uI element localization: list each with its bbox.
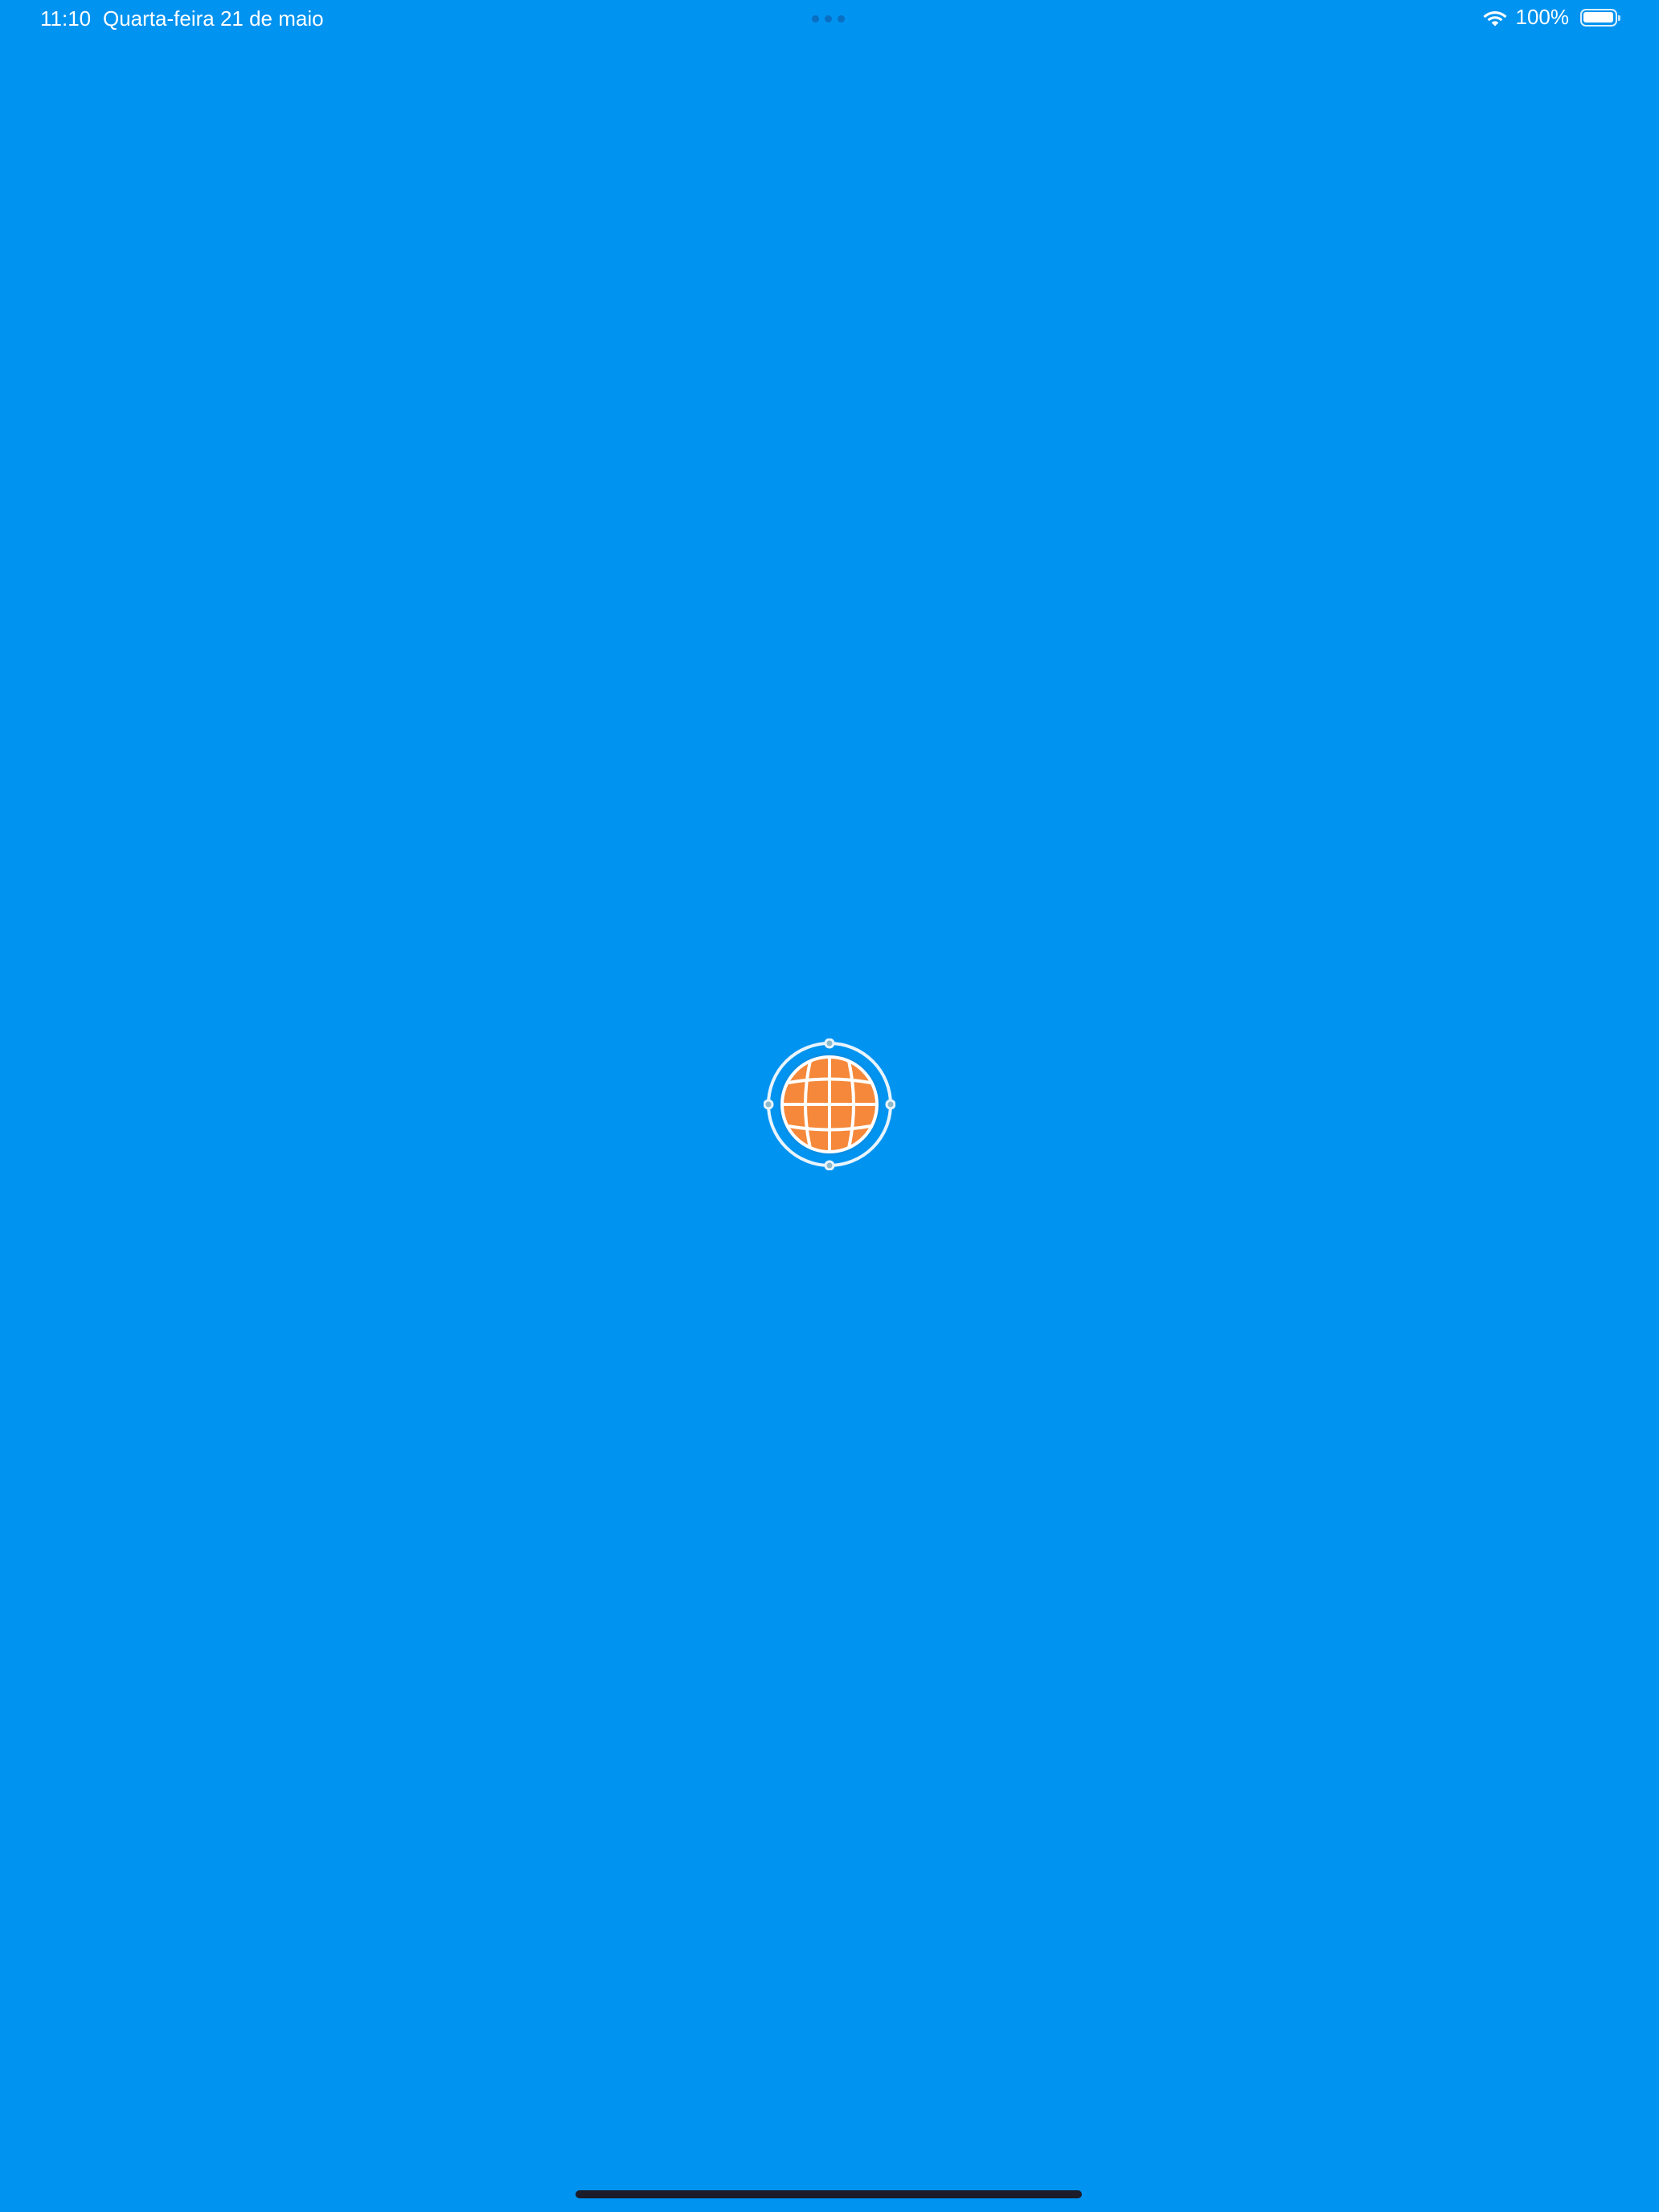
splash-screen: 11:10 Quarta-feira 21 de maio 100% bbox=[0, 0, 1659, 2212]
wifi-icon bbox=[1483, 10, 1506, 26]
battery-level-fill bbox=[1583, 11, 1613, 23]
multitasking-menu-button[interactable] bbox=[812, 15, 845, 23]
battery-percentage: 100% bbox=[1515, 5, 1570, 29]
dot-icon bbox=[838, 15, 845, 23]
globe-logo-icon bbox=[764, 1038, 895, 1170]
dot-icon bbox=[825, 15, 832, 23]
status-time: 11:10 bbox=[40, 6, 92, 31]
home-indicator[interactable] bbox=[576, 2190, 1082, 2198]
battery-icon bbox=[1580, 8, 1620, 27]
status-indicators: 100% bbox=[1482, 5, 1620, 30]
status-bar: 11:10 Quarta-feira 21 de maio 100% bbox=[0, 0, 1659, 39]
dot-icon bbox=[812, 15, 819, 23]
status-date: Quarta-feira 21 de maio bbox=[103, 6, 324, 31]
